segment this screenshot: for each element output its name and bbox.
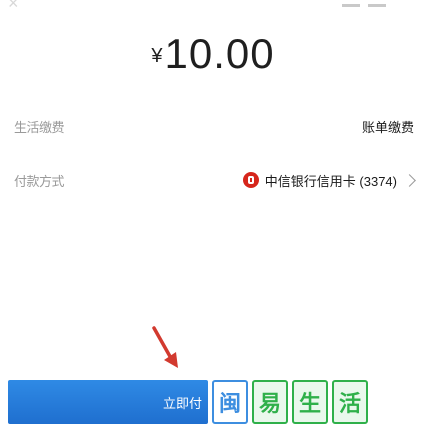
- bank-logo-icon: [242, 172, 259, 188]
- payment-method-value[interactable]: 中信银行信用卡 (3374): [242, 171, 416, 190]
- watermark-char: 活: [332, 380, 368, 424]
- pay-now-button[interactable]: 立即付: [8, 380, 208, 424]
- close-icon[interactable]: ×: [8, 0, 19, 12]
- order-info-value: 账单缴费: [361, 119, 414, 135]
- menu-glyphs[interactable]: [342, 0, 386, 8]
- currency-symbol: ¥: [151, 45, 163, 67]
- watermark-char: 易: [252, 380, 288, 424]
- payment-confirm-screen: × ¥10.00 生活缴费 账单缴费 付款方式 中信银行信用卡 (3374) 立…: [0, 0, 426, 446]
- pay-now-label: 立即付: [162, 395, 202, 411]
- payment-amount: ¥10.00: [0, 30, 426, 78]
- menu-glyph: [368, 0, 386, 7]
- payment-method-row[interactable]: 付款方式 中信银行信用卡 (3374): [14, 168, 416, 192]
- watermark-char: 生: [292, 380, 328, 424]
- order-info-row: 生活缴费 账单缴费: [14, 114, 414, 138]
- amount-value: 10.00: [164, 30, 275, 77]
- order-info-label: 生活缴费: [14, 119, 65, 135]
- arrow-annotation-icon: [152, 326, 178, 368]
- menu-glyph: [342, 0, 360, 7]
- payment-method-text: 中信银行信用卡 (3374): [264, 173, 397, 189]
- payment-method-label: 付款方式: [14, 173, 65, 189]
- watermark-stamps: 闽 易 生 活: [212, 380, 368, 424]
- watermark-char: 闽: [212, 380, 248, 424]
- chevron-right-icon: [403, 173, 416, 187]
